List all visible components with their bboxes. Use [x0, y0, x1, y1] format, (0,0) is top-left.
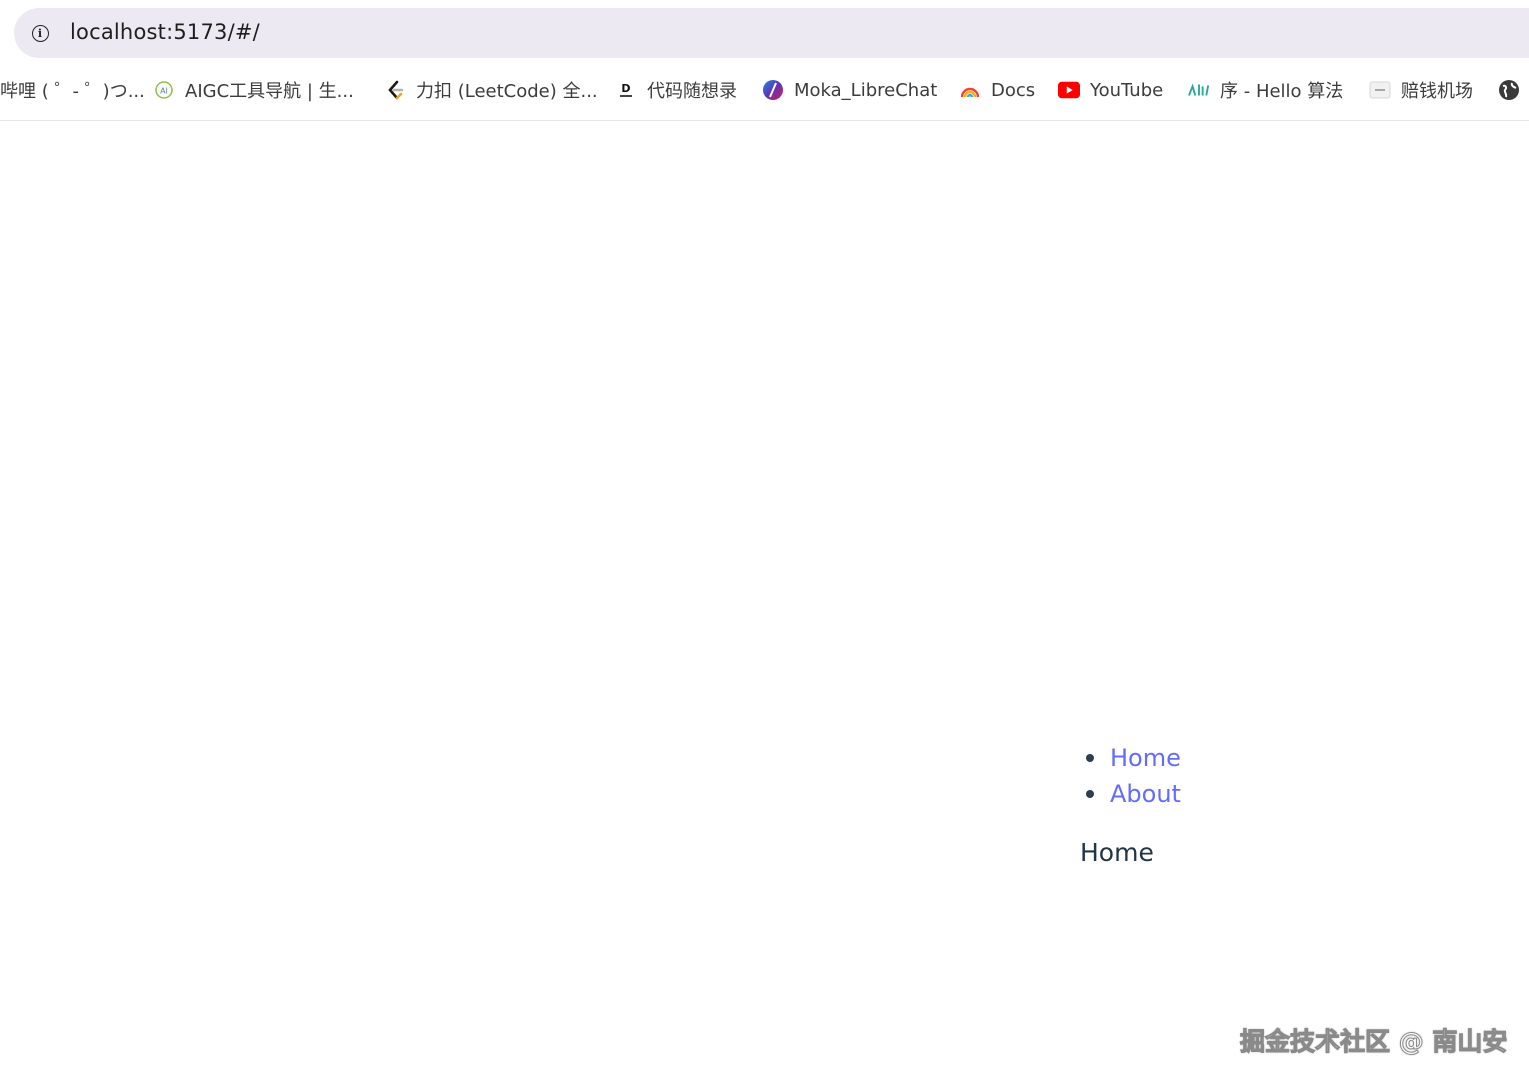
hello-algo-icon [1188, 79, 1210, 101]
router-view-title: Home [1080, 838, 1154, 867]
about-link[interactable]: About [1110, 780, 1181, 808]
daimasuixiang-icon: D [615, 79, 637, 101]
url-text[interactable]: localhost:5173/#/ [70, 20, 260, 44]
bookmark-label: AIGC工具导航 | 生... [185, 81, 354, 102]
site-info-button[interactable]: i [28, 21, 52, 45]
leetcode-icon [384, 79, 406, 101]
bookmark-docs[interactable]: Docs [959, 70, 1035, 110]
router-nav: Home About [1080, 740, 1181, 812]
bookmark-daimasuixiang[interactable]: D 代码随想录 [615, 70, 737, 110]
svg-text:AI: AI [160, 87, 168, 96]
bookmark-globe[interactable] [1498, 70, 1529, 110]
bookmark-label: 力扣 (LeetCode) 全... [416, 81, 598, 102]
globe-icon [1498, 79, 1520, 101]
bookmark-leetcode[interactable]: 力扣 (LeetCode) 全... [384, 70, 598, 110]
bookmark-label: 代码随想录 [647, 81, 737, 102]
bookmark-hello-algo[interactable]: 序 - Hello 算法 [1188, 70, 1343, 110]
address-bar[interactable]: i localhost:5173/#/ [14, 8, 1529, 58]
bookmark-bilibili[interactable]: 哔哩 ( ゜- ゜)つ... [0, 70, 145, 110]
bookmarks-bar: 哔哩 ( ゜- ゜)つ... AI AIGC工具导航 | 生... 力扣 (Le… [0, 70, 1529, 110]
home-link[interactable]: Home [1110, 744, 1181, 772]
bookmark-label: YouTube [1090, 79, 1164, 101]
svg-text:D: D [621, 82, 630, 95]
page-content [0, 121, 1529, 1082]
bookmark-label: 赔钱机场 [1401, 81, 1473, 102]
bookmark-label: 序 - Hello 算法 [1220, 81, 1344, 102]
bookmark-label: 哔哩 ( ゜- ゜)つ... [0, 81, 145, 102]
librechat-icon [762, 79, 784, 101]
bullet-icon [1086, 754, 1094, 762]
airport-icon [1369, 79, 1391, 101]
bookmark-librechat[interactable]: Moka_LibreChat [762, 70, 937, 110]
bookmark-label: Moka_LibreChat [794, 79, 938, 101]
watermark: 掘金技术社区 @ 南山安 [1239, 1027, 1508, 1057]
rainbow-icon [959, 79, 981, 101]
nav-item-home: Home [1080, 740, 1181, 776]
youtube-icon [1058, 79, 1080, 101]
bookmark-airport[interactable]: 赔钱机场 [1369, 70, 1473, 110]
aigc-icon: AI [153, 79, 175, 101]
bookmark-aigc[interactable]: AI AIGC工具导航 | 生... [153, 70, 354, 110]
bullet-icon [1086, 790, 1094, 798]
bookmark-youtube[interactable]: YouTube [1058, 70, 1163, 110]
info-icon: i [31, 24, 49, 42]
browser-chrome: i localhost:5173/#/ 哔哩 ( ゜- ゜)つ... AI AI… [0, 0, 1529, 121]
nav-item-about: About [1080, 776, 1181, 812]
bookmark-label: Docs [991, 79, 1036, 101]
